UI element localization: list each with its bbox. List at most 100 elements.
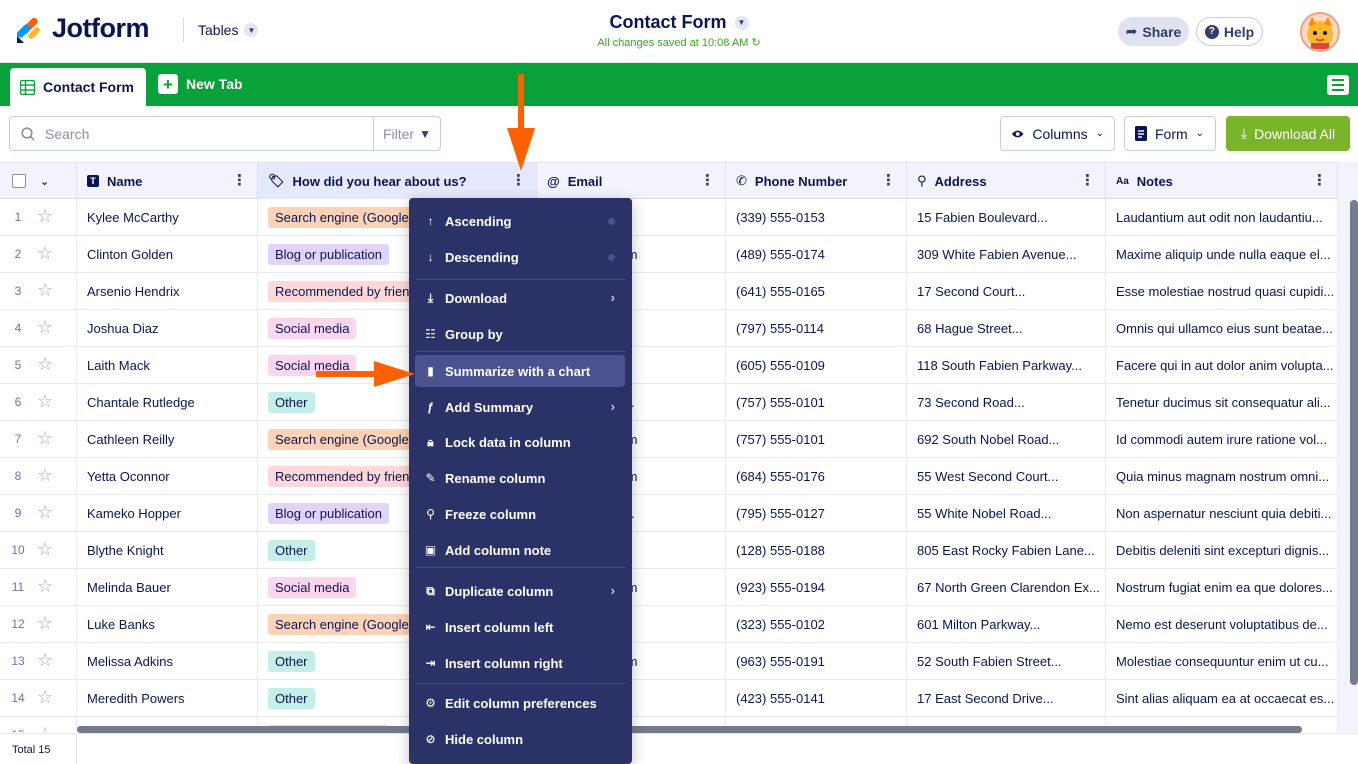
cell-name[interactable]: Melinda Bauer (77, 569, 258, 605)
cell-phone[interactable]: (489) 555-0174 (726, 236, 907, 272)
table-row[interactable]: 1☆Kylee McCarthySearch engine (Google,@e… (0, 199, 1338, 236)
column-options-icon[interactable]: ⋮ (881, 173, 896, 188)
star-icon[interactable]: ☆ (37, 355, 53, 373)
search-input[interactable]: Search (9, 116, 374, 151)
cell-address[interactable]: 67 North Green Clarendon Ex... (907, 569, 1106, 605)
table-row[interactable]: 7☆Cathleen ReillySearch engine (Google,@… (0, 421, 1338, 458)
cell-notes[interactable]: Sint alias aliquam ea at occaecat es... (1106, 680, 1338, 716)
menu-item-group-by[interactable]: ☷ Group by (415, 318, 625, 350)
column-options-icon[interactable]: ⋮ (511, 173, 526, 188)
columns-button[interactable]: Columns ⌄ (1000, 116, 1115, 151)
cell-phone[interactable]: (797) 555-0114 (726, 310, 907, 346)
column-header-phone[interactable]: ✆ Phone Number ⋮ (726, 163, 907, 199)
filter-button[interactable]: Filter ▼ (373, 116, 441, 151)
cell-name[interactable]: Cathleen Reilly (77, 421, 258, 457)
table-row[interactable]: 6☆Chantale RutledgeOtherge@example...(75… (0, 384, 1338, 421)
menu-item-insert-column-left[interactable]: ⇤ Insert column left (415, 611, 625, 643)
cell-phone[interactable]: (423) 555-0141 (726, 680, 907, 716)
cell-notes[interactable]: Maxime aliquip unde nulla eaque el... (1106, 236, 1338, 272)
cell-phone[interactable]: (963) 555-0191 (726, 643, 907, 679)
cell-name[interactable]: Blythe Knight (77, 532, 258, 568)
cell-name[interactable]: Joshua Diaz (77, 310, 258, 346)
star-icon[interactable]: ☆ (37, 466, 53, 484)
tab-contact-form[interactable]: Contact Form (10, 68, 146, 106)
table-row[interactable]: 12☆Luke BanksSearch engine (Google,ample… (0, 606, 1338, 643)
cell-address[interactable]: 73 Second Road... (907, 384, 1106, 420)
menu-item-rename-column[interactable]: ✎ Rename column (415, 462, 625, 494)
cell-phone[interactable]: (684) 555-0176 (726, 458, 907, 494)
star-icon[interactable]: ☆ (37, 429, 53, 447)
star-icon[interactable]: ☆ (37, 244, 53, 262)
cell-phone[interactable]: (757) 555-0101 (726, 384, 907, 420)
column-header-name[interactable]: T Name ⋮ (77, 163, 258, 199)
download-all-button[interactable]: ⤓ Download All (1226, 116, 1350, 151)
star-icon[interactable]: ☆ (37, 318, 53, 336)
cell-phone[interactable]: (795) 555-0127 (726, 495, 907, 531)
star-icon[interactable]: ☆ (37, 392, 53, 410)
cell-phone[interactable]: (323) 555-0102 (726, 606, 907, 642)
column-header-address[interactable]: ⚲ Address ⋮ (907, 163, 1106, 199)
cell-name[interactable]: Kylee McCarthy (77, 199, 258, 235)
cell-address[interactable]: 68 Hague Street... (907, 310, 1106, 346)
table-row[interactable]: 8☆Yetta OconnorRecommended by friend@exa… (0, 458, 1338, 495)
column-options-icon[interactable]: ⋮ (232, 173, 247, 188)
menu-item-edit-column-preferences[interactable]: ⚙ Edit column preferences (415, 687, 625, 719)
hamburger-menu-icon[interactable] (1327, 75, 1349, 95)
table-row[interactable]: 3☆Arsenio HendrixRecommended by friend@e… (0, 273, 1338, 310)
table-row[interactable]: 14☆Meredith PowersOtherrs@example...(423… (0, 680, 1338, 717)
star-icon[interactable]: ☆ (37, 725, 53, 732)
cell-notes[interactable]: Nostrum fugiat enim ea que dolores... (1106, 569, 1338, 605)
cell-name[interactable]: Yetta Oconnor (77, 458, 258, 494)
cell-notes[interactable]: Tenetur ducimus sit consequatur ali... (1106, 384, 1338, 420)
cell-address[interactable]: 17 Second Court... (907, 273, 1106, 309)
horizontal-scrollbar[interactable] (77, 726, 1302, 733)
cell-name[interactable]: Clinton Golden (77, 236, 258, 272)
help-button[interactable]: ? Help (1196, 17, 1263, 46)
star-icon[interactable]: ☆ (37, 651, 53, 669)
cell-phone[interactable]: (641) 555-0165 (726, 273, 907, 309)
cell-name[interactable]: Chantale Rutledge (77, 384, 258, 420)
cell-phone[interactable]: (923) 555-0194 (726, 569, 907, 605)
menu-item-add-column-note[interactable]: ▣ Add column note (415, 534, 625, 566)
cell-notes[interactable]: Debitis deleniti sint excepturi dignis..… (1106, 532, 1338, 568)
cell-address[interactable]: 601 Milton Parkway... (907, 606, 1106, 642)
table-row[interactable]: 5☆Laith MackSocial mediaample.com(605) 5… (0, 347, 1338, 384)
share-button[interactable]: ➦ Share (1118, 17, 1189, 46)
cell-address[interactable]: 118 South Fabien Parkway... (907, 347, 1106, 383)
form-button[interactable]: Form ⌄ (1124, 116, 1216, 151)
table-row[interactable]: 2☆Clinton GoldenBlog or publication@exam… (0, 236, 1338, 273)
cell-name[interactable]: Kameko Hopper (77, 495, 258, 531)
star-icon[interactable]: ☆ (37, 207, 53, 225)
cell-notes[interactable]: Id commodi autem irure ratione vol... (1106, 421, 1338, 457)
column-options-icon[interactable]: ⋮ (1080, 173, 1095, 188)
cell-address[interactable]: 15 Fabien Boulevard... (907, 199, 1106, 235)
select-all-checkbox[interactable] (12, 174, 26, 188)
cell-address[interactable]: 52 South Fabien Street... (907, 643, 1106, 679)
cell-address[interactable]: 309 White Fabien Avenue... (907, 236, 1106, 272)
page-title[interactable]: Contact Form ▼ (610, 12, 749, 33)
menu-item-duplicate-column[interactable]: ⧉ Duplicate column › (415, 575, 625, 607)
cell-notes[interactable]: Quia minus magnam nostrum omni... (1106, 458, 1338, 494)
menu-item-hide-column[interactable]: ⊘ Hide column (415, 723, 625, 755)
cell-address[interactable]: 55 White Nobel Road... (907, 495, 1106, 531)
cell-name[interactable]: Luke Banks (77, 606, 258, 642)
cell-notes[interactable]: Non aspernatur nesciunt quia debiti... (1106, 495, 1338, 531)
table-row[interactable]: 10☆Blythe KnightOtherexample.com(128) 55… (0, 532, 1338, 569)
chevron-down-icon[interactable]: ⌄ (40, 175, 49, 188)
cell-address[interactable]: 55 West Second Court... (907, 458, 1106, 494)
menu-item-download[interactable]: ⤓ Download › (415, 282, 625, 314)
cell-phone[interactable]: (339) 555-0153 (726, 199, 907, 235)
new-tab-button[interactable]: + New Tab (158, 74, 243, 94)
cell-notes[interactable]: Laudantium aut odit non laudantiu... (1106, 199, 1338, 235)
column-header-email[interactable]: @ Email ⋮ (537, 163, 726, 199)
star-icon[interactable]: ☆ (37, 577, 53, 595)
cell-notes[interactable]: Esse molestiae nostrud quasi cupidi... (1106, 273, 1338, 309)
cell-notes[interactable]: Molestiae consequuntur enim ut cu... (1106, 643, 1338, 679)
cell-phone[interactable]: (605) 555-0109 (726, 347, 907, 383)
menu-item-ascending[interactable]: ↑ Ascending (415, 205, 625, 237)
table-row[interactable]: 11☆Melinda BauerSocial media@example.com… (0, 569, 1338, 606)
star-icon[interactable]: ☆ (37, 281, 53, 299)
column-options-icon[interactable]: ⋮ (1312, 173, 1327, 188)
star-icon[interactable]: ☆ (37, 614, 53, 632)
cell-address[interactable]: 17 East Second Drive... (907, 680, 1106, 716)
